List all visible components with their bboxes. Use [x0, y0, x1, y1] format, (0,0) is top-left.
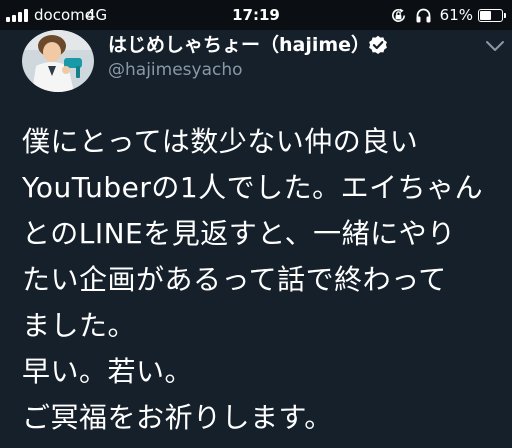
- chevron-down-icon[interactable]: [484, 39, 506, 53]
- verified-badge-icon: [369, 35, 387, 54]
- username[interactable]: @hajimesyacho: [108, 59, 243, 81]
- tweet-text-line: ご冥福をお祈りします。: [22, 401, 333, 434]
- tweet-text-line: 早い。若い。: [22, 355, 194, 388]
- battery-percent: 61%: [439, 6, 473, 24]
- tweet-text-line: YouTuberの1人でした。エイちゃん: [22, 171, 484, 204]
- avatar[interactable]: [22, 30, 94, 92]
- status-bar: docomo 4G 17:19 61%: [0, 0, 512, 30]
- tweet-text-line: 僕にとっては数少ない仲の良い: [22, 125, 419, 158]
- tweet-text: 僕にとっては数少ない仲の良い YouTuberの1人でした。エイちゃん とのLI…: [22, 119, 506, 441]
- tweet-header: はじめしゃちょー（hajime） @hajimesyacho: [0, 30, 512, 100]
- status-right-group: 61%: [390, 6, 506, 24]
- battery-tip: [504, 12, 506, 18]
- headphones-icon: [415, 7, 432, 24]
- tweet-text-line: とのLINEを見返すと、一緒にやり: [22, 217, 456, 250]
- tweet-text-line: たい企画があるって話で終わって: [22, 263, 447, 296]
- rotation-lock-icon: [390, 7, 407, 24]
- display-name[interactable]: はじめしゃちょー（hajime）: [108, 33, 370, 57]
- battery-icon: [478, 8, 503, 22]
- battery-level-fill: [480, 10, 491, 20]
- tweet-text-line: ました。: [22, 309, 137, 342]
